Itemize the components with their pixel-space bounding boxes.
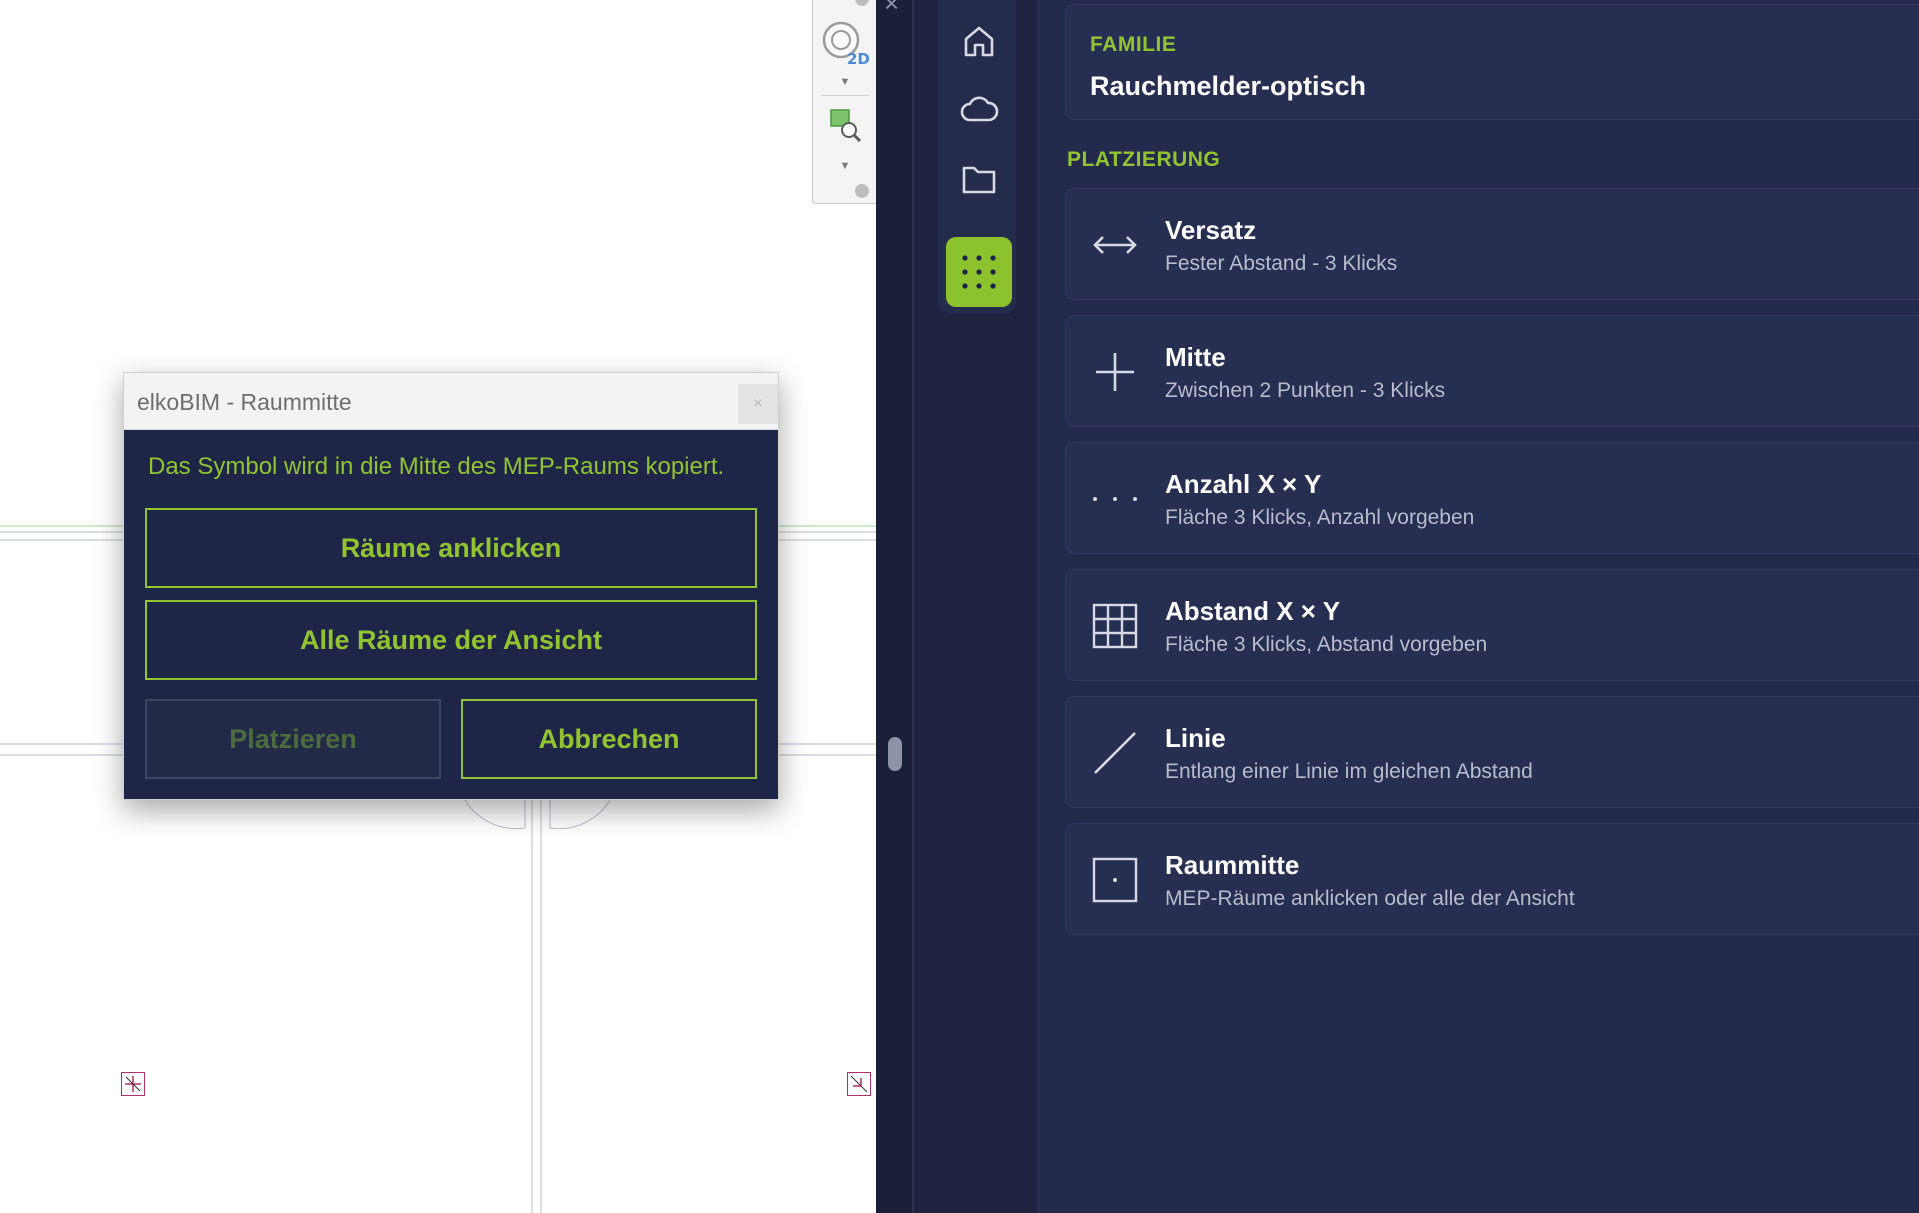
click-rooms-button[interactable]: Räume anklicken	[145, 508, 757, 588]
panel-splitter[interactable]: ×	[876, 0, 916, 1213]
dialog-description: Das Symbol wird in die Mitte des MEP-Rau…	[148, 453, 725, 480]
toolbar-grip-top-icon	[855, 0, 869, 6]
all-rooms-button[interactable]: Alle Räume der Ansicht	[145, 600, 757, 680]
option-subtitle: Entlang einer Linie im gleichen Abstand	[1165, 760, 1533, 783]
grid-icon	[1090, 596, 1140, 656]
option-anzahl[interactable]: Anzahl X × Y Fläche 3 Klicks, Anzahl vor…	[1065, 442, 1919, 554]
option-linie[interactable]: Linie Entlang einer Linie im gleichen Ab…	[1065, 696, 1919, 808]
2d-wheel-icon: 2D	[822, 21, 870, 68]
dialog-title: elkoBIM - Raummitte	[137, 389, 352, 415]
dialog-close-button[interactable]: ×	[738, 384, 778, 424]
cloud-icon	[960, 96, 999, 122]
placement-section-label: PLATZIERUNG	[1067, 148, 1221, 171]
view-navigation-toolbar: 2D ▼ ▼	[812, 0, 876, 204]
option-subtitle: MEP-Räume anklicken oder alle der Ansich…	[1165, 887, 1575, 910]
rail-home-button[interactable]	[946, 8, 1012, 74]
arrows-horizontal-icon	[1090, 215, 1140, 275]
room-tag-right-icon	[850, 1075, 868, 1093]
placement-panel: FAMILIE Rauchmelder-optisch PLATZIERUNG …	[1038, 0, 1919, 1213]
panel-close-icon[interactable]: ×	[884, 0, 899, 19]
rail-folder-button[interactable]	[946, 146, 1012, 212]
toolbar-divider	[821, 95, 869, 96]
rail-grid-button[interactable]	[946, 237, 1012, 307]
family-value: Rauchmelder-optisch	[1090, 71, 1367, 101]
plus-icon	[1090, 342, 1140, 402]
option-title: Abstand X × Y	[1165, 596, 1341, 626]
svg-text:2D: 2D	[847, 50, 870, 68]
option-title: Raummitte	[1165, 850, 1300, 880]
place-button[interactable]: Platzieren	[145, 699, 441, 779]
option-abstand[interactable]: Abstand X × Y Fläche 3 Klicks, Abstand v…	[1065, 569, 1919, 681]
zoom-region-icon	[830, 109, 862, 143]
toolbar-grip-bottom-icon	[855, 184, 869, 198]
family-label: FAMILIE	[1090, 33, 1177, 56]
option-title: Mitte	[1165, 342, 1226, 372]
room-tag-left-icon	[125, 1076, 141, 1092]
raummitte-dialog: elkoBIM - Raummitte × Das Symbol wird in…	[123, 372, 779, 800]
dialog-titlebar[interactable]: elkoBIM - Raummitte ×	[124, 373, 778, 430]
option-subtitle: Fläche 3 Klicks, Abstand vorgeben	[1165, 633, 1488, 656]
option-mitte[interactable]: Mitte Zwischen 2 Punkten - 3 Klicks	[1065, 315, 1919, 427]
option-raummitte[interactable]: Raummitte MEP-Räume anklicken oder alle …	[1065, 823, 1919, 935]
family-card: FAMILIE Rauchmelder-optisch	[1065, 4, 1919, 120]
2d-wheel-button[interactable]: 2D	[819, 18, 871, 74]
zoom-region-button[interactable]	[819, 104, 871, 160]
folder-icon	[962, 166, 996, 194]
grid-dots-icon	[962, 255, 996, 289]
option-subtitle: Zwischen 2 Punkten - 3 Klicks	[1165, 379, 1446, 402]
room-tag-left[interactable]	[121, 1072, 145, 1096]
room-center-icon	[1090, 850, 1140, 910]
option-title: Linie	[1165, 723, 1226, 753]
option-title: Anzahl X × Y	[1165, 469, 1322, 499]
option-versatz[interactable]: Versatz Fester Abstand - 3 Klicks	[1065, 188, 1919, 300]
dots-icon	[1090, 469, 1140, 529]
cad-canvas[interactable]: 2D ▼ ▼ elkoBIM - Raummitte × Das Symbol …	[0, 0, 876, 1213]
wheel-dropdown-arrow-icon[interactable]: ▼	[813, 76, 876, 88]
zoom-dropdown-arrow-icon[interactable]: ▼	[813, 160, 876, 172]
option-subtitle: Fläche 3 Klicks, Anzahl vorgeben	[1165, 506, 1475, 529]
room-tag-right[interactable]	[847, 1072, 871, 1096]
cancel-button[interactable]: Abbrechen	[461, 699, 757, 779]
home-icon	[964, 26, 994, 57]
scrollbar-thumb[interactable]	[888, 737, 902, 771]
option-title: Versatz	[1165, 215, 1257, 245]
option-subtitle: Fester Abstand - 3 Klicks	[1165, 252, 1398, 275]
diagonal-line-icon	[1090, 723, 1140, 783]
rail-cloud-button[interactable]	[946, 77, 1012, 143]
